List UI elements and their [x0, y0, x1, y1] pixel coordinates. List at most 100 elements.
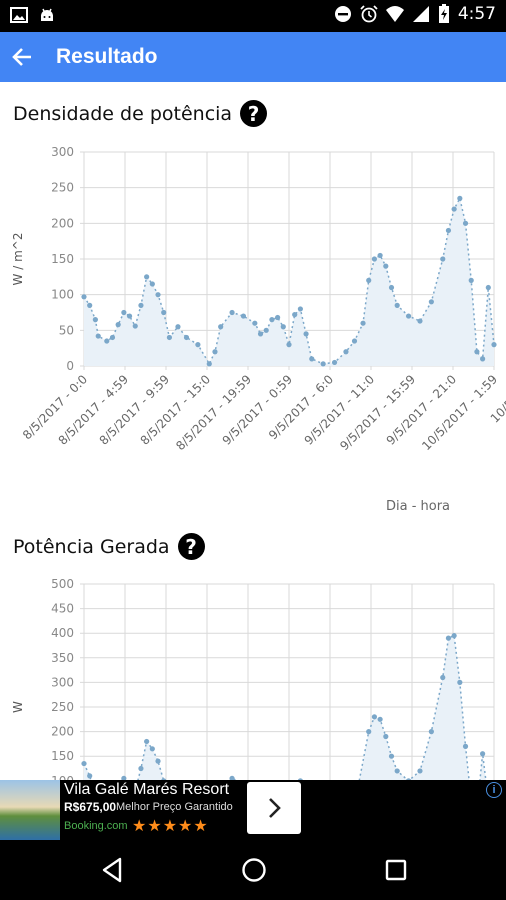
y-tick-label: 250	[51, 700, 74, 714]
x-tick-label: 8/5/2017 - 15:0	[138, 372, 214, 448]
data-point	[451, 206, 457, 212]
data-point	[155, 292, 161, 298]
y-tick-label: 200	[51, 725, 74, 739]
data-point	[81, 294, 87, 300]
data-point	[257, 331, 264, 337]
data-point	[383, 733, 389, 740]
data-point	[126, 313, 133, 319]
data-point	[303, 331, 309, 337]
data-point	[149, 746, 155, 752]
x-tick-label: 8/5/2017 - 9:59	[97, 372, 173, 448]
info-icon[interactable]: i	[486, 782, 502, 798]
data-point	[351, 338, 358, 344]
data-point	[394, 302, 400, 308]
data-point	[377, 716, 383, 722]
data-point	[81, 760, 87, 767]
status-bar: 4:57	[0, 0, 506, 32]
data-point	[252, 320, 258, 326]
data-point	[388, 753, 395, 759]
data-point	[485, 284, 491, 291]
data-point	[263, 327, 269, 333]
data-point	[462, 220, 469, 226]
status-time: 4:57	[457, 4, 496, 24]
data-point	[445, 227, 452, 234]
do-not-disturb-icon	[334, 6, 351, 22]
data-point	[445, 635, 452, 641]
navigation-bar	[0, 840, 506, 900]
data-point	[161, 309, 167, 316]
data-point	[144, 738, 150, 745]
ad-price: R$675,00	[64, 800, 117, 814]
help-icon[interactable]: ?	[177, 533, 205, 560]
data-point	[275, 314, 281, 321]
back-triangle-icon	[102, 857, 122, 883]
data-point	[229, 309, 235, 316]
battery-charging-icon	[438, 4, 449, 23]
back-button[interactable]	[0, 32, 44, 82]
alarm-icon	[360, 5, 378, 23]
data-point	[218, 324, 224, 330]
y-tick-label: 100	[51, 288, 74, 302]
nav-recents-button[interactable]	[380, 854, 412, 886]
data-point	[428, 299, 434, 305]
data-point	[175, 324, 181, 330]
y-axis-label: W	[11, 701, 25, 713]
data-point	[144, 274, 150, 280]
x-tick-label: 8/5/2017 - 4:59	[56, 372, 132, 448]
data-point	[388, 284, 395, 291]
data-point	[491, 342, 497, 348]
y-tick-label: 200	[51, 216, 74, 230]
ad-image[interactable]	[0, 780, 60, 840]
ad-title[interactable]: Vila Galé Marés Resort	[64, 781, 229, 799]
data-point	[451, 633, 457, 639]
section-title-text: Potência Gerada	[13, 535, 170, 558]
x-tick-label: 10/5/2017 - 1:59	[419, 372, 500, 453]
x-tick-label: 9/5/2017 - 11:0	[302, 372, 378, 448]
data-point	[297, 306, 303, 312]
ad-open-button[interactable]	[247, 782, 301, 834]
y-tick-label: 50	[59, 323, 74, 337]
data-point	[121, 309, 127, 316]
power-density-chart: 050100150200250300W / m^28/5/2017 - 0:08…	[11, 145, 506, 514]
results-content[interactable]: Densidade de potência ? 0 50 100 150 200 250 3…	[0, 82, 506, 780]
data-point	[394, 768, 400, 774]
y-axis-label: W / m^2	[11, 233, 25, 286]
data-point	[405, 313, 412, 319]
y-tick-label: 350	[51, 651, 74, 665]
nav-home-button[interactable]	[238, 854, 270, 886]
data-point	[292, 312, 298, 318]
data-point	[87, 773, 93, 779]
data-point	[309, 356, 315, 362]
data-point	[320, 361, 326, 367]
data-point	[149, 281, 155, 287]
y-tick-label: 450	[51, 602, 74, 616]
y-tick-label: 150	[51, 252, 74, 266]
x-tick-label: 8/5/2017 - 19:59	[173, 372, 254, 453]
ad-subtitle: Melhor Preço Garantido	[116, 801, 233, 813]
data-point	[371, 714, 378, 720]
y-tick-label: 0	[66, 359, 74, 373]
data-point	[212, 349, 218, 355]
data-point	[366, 729, 372, 735]
data-point	[109, 334, 116, 341]
wifi-icon	[385, 6, 404, 22]
x-tick-label: 9/5/2017 - 21:0	[384, 372, 460, 448]
data-point	[138, 302, 144, 308]
help-icon[interactable]: ?	[240, 100, 268, 127]
data-point	[206, 361, 212, 367]
data-point	[457, 195, 463, 201]
page-title: Resultado	[56, 45, 158, 68]
app-bar: Resultado	[0, 32, 506, 82]
data-point	[269, 317, 275, 323]
y-tick-label: 250	[51, 181, 74, 195]
x-tick-label: 9/5/2017 - 0:59	[220, 372, 296, 448]
data-point	[360, 320, 366, 326]
ad-banner[interactable]: Vila Galé Marés Resort R$675,00 Melhor P…	[0, 780, 506, 840]
data-point	[132, 323, 138, 329]
generated-power-chart: 100150200250300350400450500W	[11, 577, 495, 780]
data-point	[417, 768, 423, 774]
data-point	[440, 674, 446, 681]
data-point	[240, 313, 247, 319]
nav-back-button[interactable]	[96, 854, 128, 886]
y-tick-label: 400	[51, 626, 74, 640]
